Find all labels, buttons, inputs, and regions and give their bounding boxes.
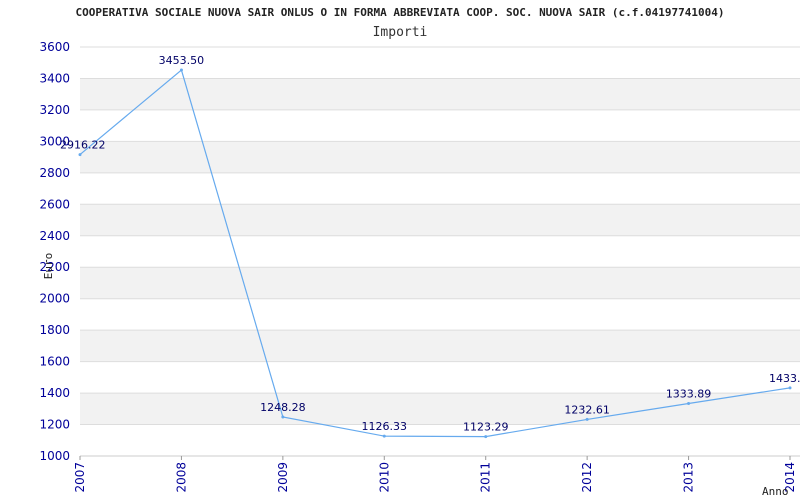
data-point [281,415,285,419]
data-point [585,417,589,421]
y-axis-label: Euro [42,253,55,280]
y-tick-label: 3600 [39,40,70,54]
y-tick-label: 3200 [39,103,70,117]
data-label: 1126.33 [362,420,408,433]
grid-band [80,267,800,299]
x-axis-ticks: 2007 2008 2009 2010 2011 2012 2013 2014 [73,456,797,493]
grid-band [80,330,800,362]
x-tick-label: 2012 [580,462,594,493]
data-label: 1232.61 [564,403,610,416]
x-tick-label: 2011 [479,462,493,493]
data-point [484,435,488,439]
data-point [179,68,183,72]
y-tick-label: 1800 [39,323,70,337]
data-label: 1123.29 [463,421,509,434]
data-point [788,386,792,390]
data-label: 1333.89 [666,387,712,400]
data-point [78,153,82,157]
x-tick-label: 2009 [276,462,290,493]
y-tick-label: 2000 [39,292,70,306]
data-point [382,434,386,438]
grid-bands [80,78,800,425]
series-line [79,68,791,438]
x-tick-label: 2007 [73,462,87,493]
x-tick-label: 2008 [174,462,188,493]
y-tick-label: 2800 [39,166,70,180]
y-tick-label: 1200 [39,418,70,432]
data-labels: 2916.22 3453.50 1248.28 1126.33 1123.29 1232.… [60,54,800,434]
y-tick-label: 1000 [39,449,70,463]
grid-band [80,204,800,236]
y-tick-label: 2600 [39,197,70,211]
y-tick-label: 1600 [39,355,70,369]
grid-band [80,141,800,173]
data-label: 1433.0 [769,372,800,385]
line-chart: 1000120014001600180020002200240026002800… [39,40,800,498]
y-tick-label: 1400 [39,386,70,400]
x-tick-label: 2013 [682,462,696,493]
x-axis-label: Anno [762,485,789,498]
data-point [687,401,691,405]
y-tick-label: 2400 [39,229,70,243]
data-label: 3453.50 [159,54,205,67]
y-tick-label: 3400 [39,71,70,85]
y-axis-ticks: 1000120014001600180020002200240026002800… [39,40,70,463]
x-tick-label: 2010 [377,462,391,493]
data-label: 2916.22 [60,139,106,152]
series-group [78,68,792,439]
data-label: 1248.28 [260,401,306,414]
